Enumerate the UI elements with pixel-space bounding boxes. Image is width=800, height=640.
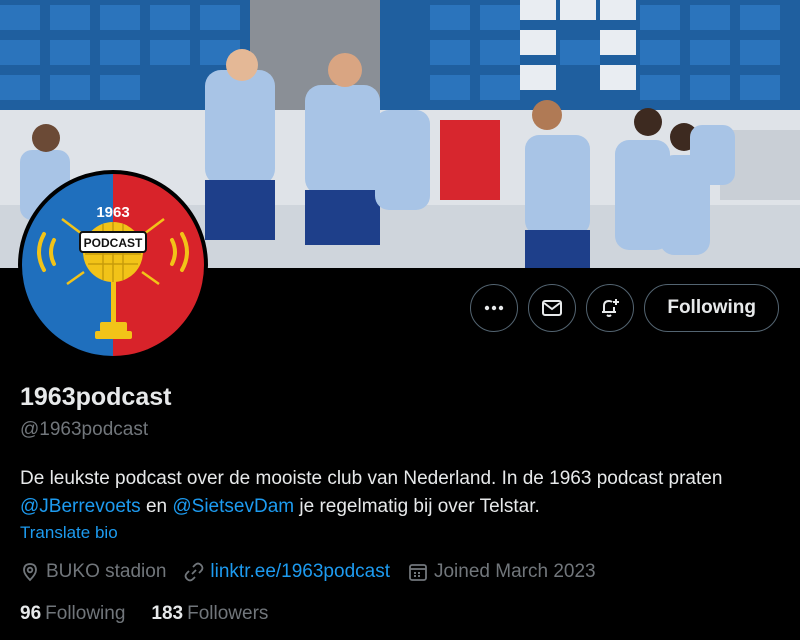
location-pin-icon bbox=[23, 563, 37, 582]
profile-actions: Following bbox=[470, 284, 779, 332]
joined-item: Joined March 2023 bbox=[408, 561, 596, 583]
user-handle: @1963podcast bbox=[20, 419, 149, 440]
bio: De leukste podcast over de mooiste club … bbox=[20, 465, 760, 521]
profile-avatar[interactable]: PODCAST 1963 bbox=[18, 170, 208, 360]
bio-text-1: De leukste podcast over de mooiste club … bbox=[20, 468, 723, 489]
location-text: BUKO stadion bbox=[46, 561, 167, 582]
joined-text: Joined March 2023 bbox=[433, 561, 596, 582]
location-item: BUKO stadion bbox=[20, 561, 166, 583]
bell-plus-icon bbox=[602, 299, 620, 317]
followers-count: 183 bbox=[151, 603, 184, 624]
message-button[interactable] bbox=[528, 284, 577, 332]
following-label: Following bbox=[45, 603, 126, 624]
followers-count-link[interactable]: 183 Followers bbox=[151, 603, 268, 625]
website-link[interactable]: linktr.ee/1963podcast bbox=[210, 561, 390, 583]
bio-text-2: en bbox=[140, 496, 173, 517]
envelope-icon bbox=[542, 300, 563, 316]
profile-meta: BUKO stadion linktr.ee/1963podcast Joine… bbox=[20, 561, 596, 583]
more-horizontal-icon bbox=[485, 305, 504, 311]
notifications-button[interactable] bbox=[586, 284, 635, 332]
more-button[interactable] bbox=[470, 284, 519, 332]
mention-link-jberrevoets[interactable]: @JBerrevoets bbox=[20, 496, 141, 517]
bio-text-3: je regelmatig bij over Telstar. bbox=[294, 496, 540, 517]
avatar-badge-year: 1963 bbox=[96, 204, 129, 221]
followers-label: Followers bbox=[187, 603, 269, 624]
link-icon bbox=[185, 562, 204, 582]
calendar-icon bbox=[409, 564, 427, 581]
following-button[interactable]: Following bbox=[644, 284, 779, 332]
following-count: 96 bbox=[20, 603, 42, 624]
translate-bio-link[interactable]: Translate bio bbox=[20, 523, 118, 543]
following-count-link[interactable]: 96 Following bbox=[20, 603, 125, 625]
avatar-badge-word: PODCAST bbox=[84, 236, 143, 250]
mention-link-sietsevdam[interactable]: @SietsevDam bbox=[172, 496, 294, 517]
profile-stats: 96 Following 183 Followers bbox=[20, 603, 268, 625]
website-item: linktr.ee/1963podcast bbox=[184, 561, 390, 583]
display-name: 1963podcast bbox=[20, 383, 172, 411]
